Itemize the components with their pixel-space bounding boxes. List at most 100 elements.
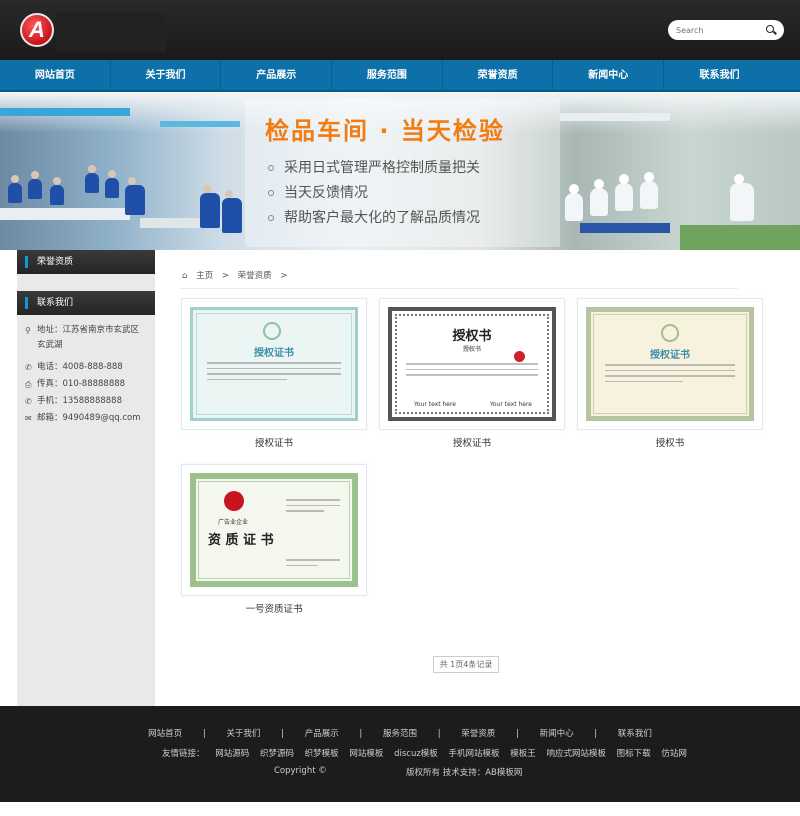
contact-phone: ✆ 电话：4008-888-888 xyxy=(25,360,147,375)
logo-text-area xyxy=(56,12,166,52)
footer-link-about[interactable]: 关于我们 xyxy=(226,729,260,739)
copyright-text: Copyright © xyxy=(274,766,327,776)
nav-item-products[interactable]: 产品展示 xyxy=(221,60,333,90)
lamp xyxy=(560,113,670,121)
friend-link[interactable]: 网站源码 xyxy=(215,749,249,759)
nav-item-services[interactable]: 服务范围 xyxy=(332,60,443,90)
banner-line-text: 当天反馈情况 xyxy=(284,185,368,201)
signature-text: Your text here xyxy=(414,401,456,408)
site-logo[interactable]: A xyxy=(20,13,54,47)
breadcrumb-current[interactable]: 荣誉资质 xyxy=(238,271,272,281)
footer-separator: | xyxy=(202,729,206,739)
certificate-card[interactable]: 授权证书 xyxy=(181,298,367,430)
certificate-heading: 授权证书 xyxy=(650,350,690,361)
banner-line-1: 采用日式管理严格控制质量把关 xyxy=(268,157,480,177)
footer-separator: | xyxy=(281,729,284,739)
worker-figure xyxy=(200,185,220,228)
certificate-image: 授权证书 xyxy=(190,307,358,421)
breadcrumb-home[interactable]: 主页 xyxy=(196,271,213,281)
contact-email: ✉ 邮箱：9490489@qq.com xyxy=(25,411,147,426)
worker-figure xyxy=(640,172,658,209)
friend-link[interactable]: 织梦模板 xyxy=(305,749,339,759)
worker-figure xyxy=(105,170,119,198)
sidebar: 荣誉资质 联系我们 ⚲ 地址：江苏省南京市玄武区玄武湖 ✆ 电话：4008-888-… xyxy=(17,250,155,706)
nav-item-about[interactable]: 关于我们 xyxy=(111,60,222,90)
certificate-label[interactable]: 授权书 xyxy=(577,435,763,449)
breadcrumb-separator: > xyxy=(221,271,229,281)
certificate-image: 广告业企业 资 质 证 书 xyxy=(190,473,358,587)
mobile-text: 手机：13588888888 xyxy=(37,396,122,406)
email-text: 邮箱：9490489@qq.com xyxy=(37,413,141,423)
signature-text: Your text here xyxy=(490,401,532,408)
footer-separator: | xyxy=(516,729,519,739)
worker-figure xyxy=(730,174,754,221)
worker-figure xyxy=(565,184,583,221)
printer-icon: ⎙ xyxy=(25,380,32,389)
main-content: ⌂ 主页 > 荣誉资质 > 授权证书 授权证书 授权书 授权书 Your tex… xyxy=(155,250,783,706)
certificate-heading: 授权证书 xyxy=(254,348,294,359)
lamp xyxy=(160,121,240,127)
contact-mobile: ✆ 手机：13588888888 xyxy=(25,394,147,409)
friend-link[interactable]: 仿站网 xyxy=(661,749,687,759)
friend-link[interactable]: 网站模板 xyxy=(349,749,383,759)
mail-icon: ✉ xyxy=(25,414,32,423)
banner-line-3: 帮助客户最大化的了解品质情况 xyxy=(268,207,480,227)
bullet-icon xyxy=(268,165,274,171)
phone-icon: ✆ xyxy=(25,363,32,372)
friend-link[interactable]: 图标下载 xyxy=(617,749,651,759)
certificate-card[interactable]: 授权书 授权书 Your text here Your text here xyxy=(379,298,565,430)
emblem-icon xyxy=(661,324,679,342)
address-text: 地址：江苏省南京市玄武区玄武湖 xyxy=(37,325,140,350)
breadcrumb-separator: > xyxy=(280,271,288,281)
footer-link-news[interactable]: 新闻中心 xyxy=(540,729,574,739)
certificate-text-lines xyxy=(605,364,735,386)
phone-text: 电话：4008-888-888 xyxy=(37,362,123,372)
nav-item-honors[interactable]: 荣誉资质 xyxy=(443,60,554,90)
banner-title: 检品车间 · 当天检验 xyxy=(265,117,505,145)
friend-links: 友情链接： 网站源码 织梦源码 织梦模板 网站模板 discuz模板 手机网站模… xyxy=(162,747,695,759)
certificate-label[interactable]: 授权证书 xyxy=(379,435,565,449)
footer-link-products[interactable]: 产品展示 xyxy=(305,729,339,739)
sidebar-heading-honors[interactable]: 荣誉资质 xyxy=(17,250,155,274)
footer-link-services[interactable]: 服务范围 xyxy=(383,729,417,739)
location-icon: ⚲ xyxy=(25,326,31,335)
banner-line-text: 帮助客户最大化的了解品质情况 xyxy=(284,210,480,226)
sidebar-heading-contact[interactable]: 联系我们 xyxy=(17,291,155,315)
nav-item-contact[interactable]: 联系我们 xyxy=(664,60,775,90)
nav-item-news[interactable]: 新闻中心 xyxy=(553,60,665,90)
footer-link-contact[interactable]: 联系我们 xyxy=(618,729,652,739)
certificate-tag: 广告业企业 xyxy=(218,519,249,526)
worker-figure xyxy=(125,177,145,215)
worker-figure xyxy=(590,179,608,216)
contact-info: ⚲ 地址：江苏省南京市玄武区玄武湖 ✆ 电话：4008-888-888 ⎙ 传真：01… xyxy=(17,315,155,426)
certificate-label[interactable]: 一号资质证书 xyxy=(181,601,367,615)
footer-link-honors[interactable]: 荣誉资质 xyxy=(461,729,495,739)
certificate-image: 授权证书 xyxy=(586,307,754,421)
banner-line-2: 当天反馈情况 xyxy=(268,182,368,202)
nav-item-home[interactable]: 网站首页 xyxy=(0,60,111,90)
worker-figure xyxy=(222,190,242,233)
friend-link[interactable]: 手机网站模板 xyxy=(449,749,500,759)
search-input[interactable] xyxy=(676,25,766,35)
search-box xyxy=(668,20,784,40)
footer-link-home[interactable]: 网站首页 xyxy=(148,729,182,739)
certificate-image: 授权书 授权书 Your text here Your text here xyxy=(388,307,556,421)
footer-separator: | xyxy=(359,729,363,739)
certificate-card[interactable]: 广告业企业 资 质 证 书 xyxy=(181,464,367,596)
friend-link[interactable]: 响应式网站模板 xyxy=(546,749,606,759)
workbench xyxy=(0,208,130,220)
certificate-subheading: 授权书 xyxy=(462,346,481,353)
friend-link[interactable]: 模板王 xyxy=(510,749,536,759)
friend-link[interactable]: discuz模板 xyxy=(394,749,438,759)
certificate-card[interactable]: 授权证书 xyxy=(577,298,763,430)
contact-fax: ⎙ 传真：010-88888888 xyxy=(25,377,147,392)
search-icon[interactable] xyxy=(766,25,776,35)
footer-separator: | xyxy=(437,729,441,739)
contact-address: ⚲ 地址：江苏省南京市玄武区玄武湖 xyxy=(25,323,147,353)
friend-link[interactable]: 织梦源码 xyxy=(260,749,294,759)
seal-icon xyxy=(514,351,525,362)
certificate-label[interactable]: 授权证书 xyxy=(181,435,367,449)
certificate-text-lines xyxy=(406,363,538,380)
site-header: A xyxy=(0,0,800,60)
banner-line-text: 采用日式管理严格控制质量把关 xyxy=(284,160,480,176)
